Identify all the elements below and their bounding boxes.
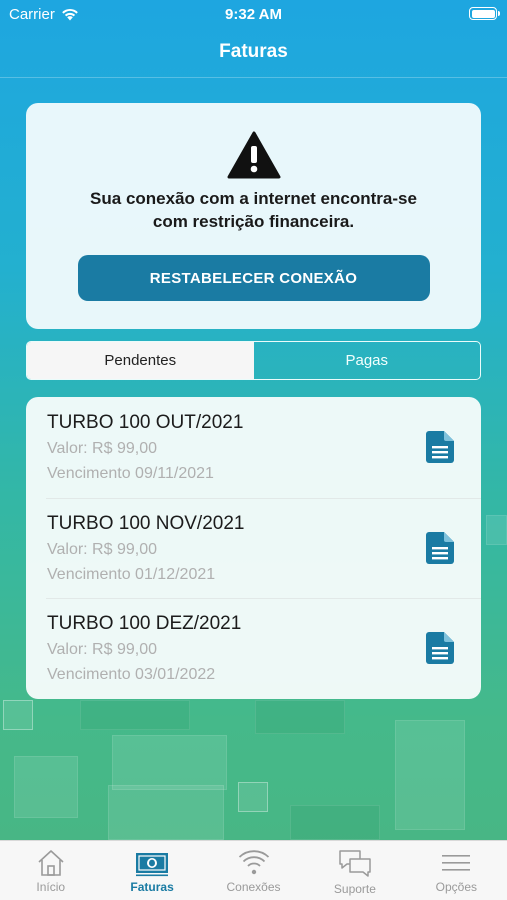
invoice-row[interactable]: TURBO 100 DEZ/2021 Valor: R$ 99,00 Venci… [26,598,481,699]
invoice-value: Valor: R$ 99,00 [47,440,157,457]
document-icon[interactable] [426,531,454,564]
tab-label: Faturas [130,880,174,894]
navigation-bar: Faturas [0,30,507,78]
page-title: Faturas [219,41,288,62]
invoice-value: Valor: R$ 99,00 [47,540,157,558]
tab-bar: Início Faturas Conexões Suporte Opções [0,840,507,900]
wifi-icon [238,850,269,875]
clock: 9:32 AM [225,6,282,23]
tab-label: Suporte [333,882,376,896]
home-icon [38,850,64,876]
tab-faturas[interactable]: Faturas [101,841,202,900]
tab-label: Início [36,880,66,894]
segment-pending[interactable]: Pendentes [27,342,254,379]
warning-icon [227,131,280,179]
alert-message-line-2: com restrição financeira. [152,212,355,231]
alert-message: Sua conexão com a internet encontra-se c… [90,187,417,233]
tab-suporte[interactable]: Suporte [304,841,405,900]
invoice-row[interactable]: TURBO 100 NOV/2021 Valor: R$ 99,00 Venci… [26,497,481,599]
chat-icon [339,850,371,877]
tab-label: Opções [435,880,477,894]
invoice-value: Valor: R$ 99,00 [47,641,157,658]
status-bar: Carrier 9:32 AM [0,0,507,30]
restore-connection-button[interactable]: RESTABELECER CONEXÃO [77,255,430,301]
alert-message-line-1: Sua conexão com a internet encontra-se [90,189,417,208]
invoice-row[interactable]: TURBO 100 OUT/2021 Valor: R$ 99,00 Venci… [26,397,481,498]
invoice-due-date: Vencimento 09/11/2021 [47,465,214,482]
tab-inicio[interactable]: Início [0,841,101,900]
segment-paid[interactable]: Pagas [254,342,481,379]
invoice-title: TURBO 100 DEZ/2021 [47,613,242,634]
tab-opcoes[interactable]: Opções [406,841,507,900]
battery-icon [469,7,500,20]
money-icon [136,853,169,877]
document-icon[interactable] [426,431,454,463]
invoice-title: TURBO 100 OUT/2021 [47,412,244,433]
invoice-due-date: Vencimento 03/01/2022 [47,666,216,683]
document-icon[interactable] [426,632,454,664]
connection-alert-card: Sua conexão com a internet encontra-se c… [26,103,481,329]
tab-conexoes[interactable]: Conexões [203,841,304,900]
invoice-due-date: Vencimento 01/12/2021 [47,565,216,583]
tab-label: Conexões [226,880,281,894]
invoice-title: TURBO 100 NOV/2021 [47,512,245,534]
invoice-filter-segmented-control: Pendentes Pagas [26,341,481,380]
invoice-list: TURBO 100 OUT/2021 Valor: R$ 99,00 Venci… [26,397,481,699]
menu-icon [442,855,471,871]
